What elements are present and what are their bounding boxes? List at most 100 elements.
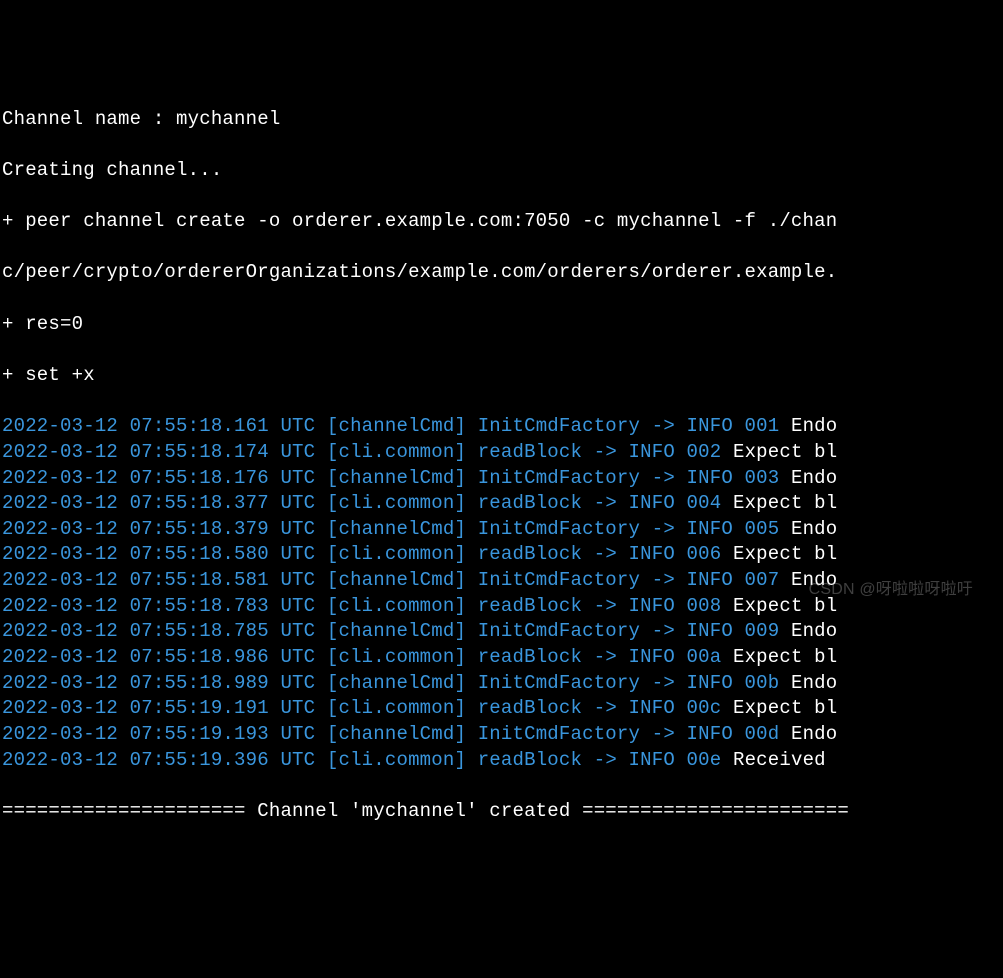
log-level: INFO — [629, 697, 687, 719]
log-message: Endo — [779, 672, 837, 694]
log-message: Endo — [779, 467, 837, 489]
log-function: InitCmdFactory — [478, 467, 652, 489]
log-line: 2022-03-12 07:55:18.785 UTC [channelCmd]… — [2, 619, 1001, 645]
log-arrow: -> — [594, 543, 629, 565]
log-module: [channelCmd] — [327, 723, 478, 745]
log-id: 007 — [745, 569, 780, 591]
log-function: InitCmdFactory — [478, 569, 652, 591]
log-timestamp: 2022-03-12 07:55:19.193 UTC — [2, 723, 327, 745]
log-message: Received — [721, 749, 837, 771]
log-module: [channelCmd] — [327, 620, 478, 642]
log-module: [cli.common] — [327, 543, 478, 565]
watermark: CSDN @呀啦啦呀啦吁 — [809, 579, 973, 601]
log-module: [channelCmd] — [327, 467, 478, 489]
log-module: [cli.common] — [327, 646, 478, 668]
terminal-line: + res=0 — [2, 312, 1001, 338]
log-level: INFO — [687, 569, 745, 591]
log-id: 004 — [687, 492, 722, 514]
log-arrow: -> — [594, 595, 629, 617]
log-level: INFO — [687, 415, 745, 437]
log-timestamp: 2022-03-12 07:55:18.986 UTC — [2, 646, 327, 668]
log-function: readBlock — [478, 543, 594, 565]
log-function: readBlock — [478, 595, 594, 617]
log-message: Expect bl — [721, 492, 837, 514]
log-id: 006 — [687, 543, 722, 565]
log-function: readBlock — [478, 749, 594, 771]
log-arrow: -> — [652, 415, 687, 437]
log-timestamp: 2022-03-12 07:55:18.377 UTC — [2, 492, 327, 514]
log-module: [cli.common] — [327, 749, 478, 771]
log-timestamp: 2022-03-12 07:55:18.785 UTC — [2, 620, 327, 642]
log-level: INFO — [629, 749, 687, 771]
log-function: InitCmdFactory — [478, 415, 652, 437]
log-module: [channelCmd] — [327, 569, 478, 591]
log-function: readBlock — [478, 492, 594, 514]
log-module: [channelCmd] — [327, 672, 478, 694]
log-message: Endo — [779, 518, 837, 540]
log-line: 2022-03-12 07:55:18.379 UTC [channelCmd]… — [2, 517, 1001, 543]
log-message: Expect bl — [721, 441, 837, 463]
log-arrow: -> — [652, 518, 687, 540]
log-timestamp: 2022-03-12 07:55:18.176 UTC — [2, 467, 327, 489]
log-function: InitCmdFactory — [478, 672, 652, 694]
terminal-line: Creating channel... — [2, 158, 1001, 184]
log-timestamp: 2022-03-12 07:55:18.174 UTC — [2, 441, 327, 463]
log-level: INFO — [687, 467, 745, 489]
log-module: [cli.common] — [327, 595, 478, 617]
log-line: 2022-03-12 07:55:19.193 UTC [channelCmd]… — [2, 722, 1001, 748]
log-timestamp: 2022-03-12 07:55:19.191 UTC — [2, 697, 327, 719]
log-arrow: -> — [594, 749, 629, 771]
log-id: 00e — [687, 749, 722, 771]
log-level: INFO — [629, 646, 687, 668]
terminal-line: Channel name : mychannel — [2, 107, 1001, 133]
log-function: InitCmdFactory — [478, 723, 652, 745]
log-arrow: -> — [594, 646, 629, 668]
log-timestamp: 2022-03-12 07:55:18.580 UTC — [2, 543, 327, 565]
log-level: INFO — [629, 595, 687, 617]
log-line: 2022-03-12 07:55:18.377 UTC [cli.common]… — [2, 491, 1001, 517]
log-level: INFO — [687, 723, 745, 745]
log-message: Endo — [779, 415, 837, 437]
log-function: InitCmdFactory — [478, 518, 652, 540]
log-level: INFO — [687, 672, 745, 694]
log-module: [cli.common] — [327, 697, 478, 719]
log-level: INFO — [629, 441, 687, 463]
log-timestamp: 2022-03-12 07:55:18.581 UTC — [2, 569, 327, 591]
log-timestamp: 2022-03-12 07:55:19.396 UTC — [2, 749, 327, 771]
terminal-line: + set +x — [2, 363, 1001, 389]
log-id: 008 — [687, 595, 722, 617]
log-message: Expect bl — [721, 646, 837, 668]
log-id: 003 — [745, 467, 780, 489]
log-id: 005 — [745, 518, 780, 540]
log-line: 2022-03-12 07:55:18.989 UTC [channelCmd]… — [2, 671, 1001, 697]
log-id: 00b — [745, 672, 780, 694]
log-arrow: -> — [594, 697, 629, 719]
log-function: InitCmdFactory — [478, 620, 652, 642]
log-module: [channelCmd] — [327, 415, 478, 437]
log-module: [cli.common] — [327, 492, 478, 514]
log-line: 2022-03-12 07:55:19.191 UTC [cli.common]… — [2, 696, 1001, 722]
log-module: [channelCmd] — [327, 518, 478, 540]
log-level: INFO — [629, 492, 687, 514]
log-line: 2022-03-12 07:55:18.986 UTC [cli.common]… — [2, 645, 1001, 671]
log-line: 2022-03-12 07:55:18.161 UTC [channelCmd]… — [2, 414, 1001, 440]
log-level: INFO — [687, 620, 745, 642]
log-timestamp: 2022-03-12 07:55:18.379 UTC — [2, 518, 327, 540]
log-function: readBlock — [478, 441, 594, 463]
log-arrow: -> — [652, 620, 687, 642]
log-line: 2022-03-12 07:55:18.176 UTC [channelCmd]… — [2, 466, 1001, 492]
log-message: Expect bl — [721, 543, 837, 565]
log-message: Endo — [779, 620, 837, 642]
footer-line: ===================== Channel 'mychannel… — [2, 799, 1001, 825]
terminal-line: c/peer/crypto/ordererOrganizations/examp… — [2, 260, 1001, 286]
log-level: INFO — [629, 543, 687, 565]
log-id: 00d — [745, 723, 780, 745]
log-function: readBlock — [478, 646, 594, 668]
log-id: 00a — [687, 646, 722, 668]
log-line: 2022-03-12 07:55:18.174 UTC [cli.common]… — [2, 440, 1001, 466]
log-arrow: -> — [652, 467, 687, 489]
terminal-line: + peer channel create -o orderer.example… — [2, 209, 1001, 235]
log-function: readBlock — [478, 697, 594, 719]
log-message: Expect bl — [721, 697, 837, 719]
log-timestamp: 2022-03-12 07:55:18.783 UTC — [2, 595, 327, 617]
